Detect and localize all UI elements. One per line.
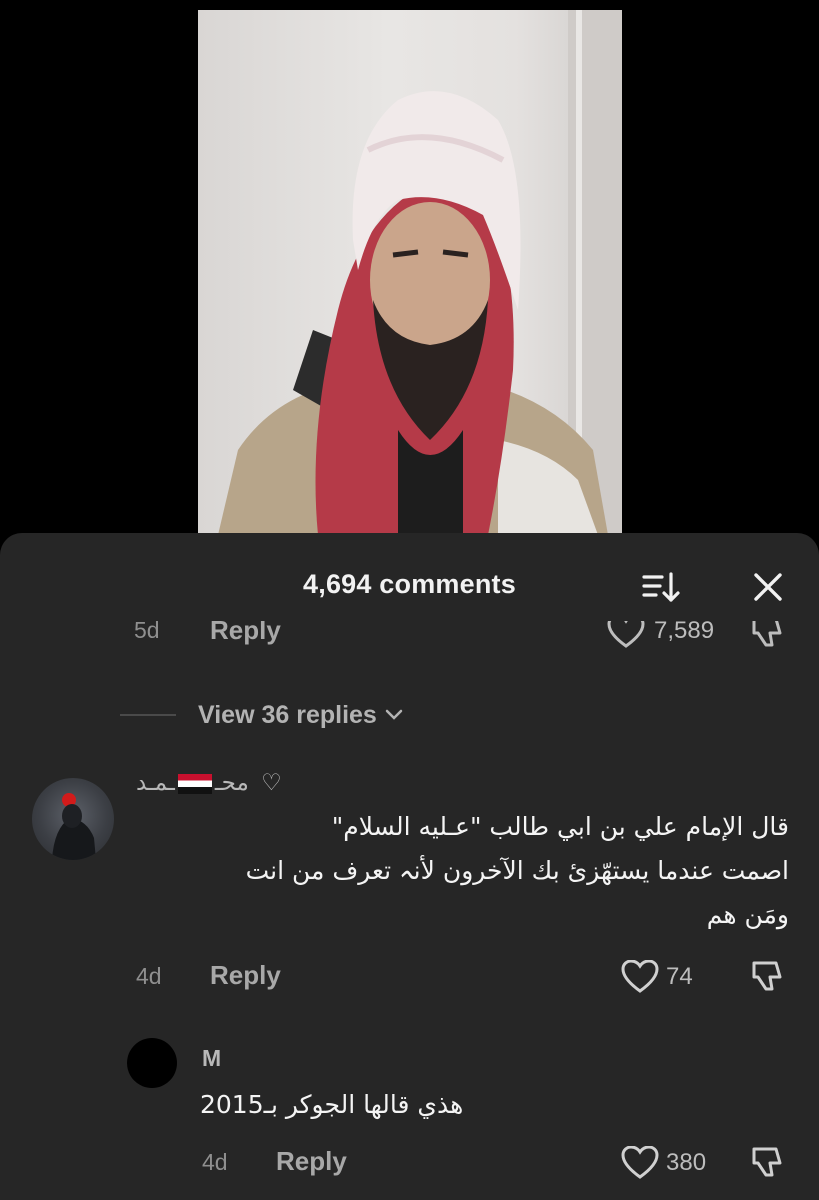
comment-age: 4d xyxy=(202,1149,228,1175)
comment-line: قال الإمام علي بن ابي طالب "عـليه السلام… xyxy=(331,812,789,841)
like-count: 7,589 xyxy=(654,621,715,644)
chevron-down-icon xyxy=(385,709,403,720)
comments-count-title: 4,694 comments xyxy=(303,569,516,599)
like-count: 380 xyxy=(666,1149,707,1176)
comment-line: ومَن هم xyxy=(706,900,789,929)
view-replies-label: View 36 replies xyxy=(198,700,377,729)
dislike-icon[interactable] xyxy=(748,1145,788,1181)
comments-sheet: 4,694 comments 5d Reply 7,589 View 36 re… xyxy=(0,533,819,1200)
sort-button[interactable] xyxy=(640,569,680,605)
iraq-flag-icon xyxy=(177,773,212,794)
avatar[interactable] xyxy=(32,778,114,860)
comment-text: هذي قالها الجوكر بـ2015 xyxy=(200,1090,464,1119)
video-frame xyxy=(198,10,622,535)
partial-comment-footer: 5d Reply 7,589 xyxy=(0,621,819,657)
comment-age: 5d xyxy=(134,621,160,643)
heart-icon[interactable] xyxy=(620,1146,660,1180)
close-button[interactable] xyxy=(748,567,788,607)
comment-username[interactable]: M xyxy=(202,1045,221,1072)
heart-outline-icon: ♡ xyxy=(261,770,282,796)
video-thumbnail-illustration xyxy=(218,10,622,535)
comment-text: قال الإمام علي بن ابي طالب "عـليه السلام… xyxy=(129,805,789,937)
comment-line: اصمت عندما يستهّزئ بك الآخرون لأنہ تعرف … xyxy=(245,856,789,885)
dislike-icon[interactable] xyxy=(748,621,788,651)
heart-icon[interactable] xyxy=(606,621,646,649)
dislike-icon[interactable] xyxy=(748,959,788,995)
view-replies-button[interactable]: View 36 replies xyxy=(120,698,403,732)
comment-age: 4d xyxy=(136,963,162,989)
reply-button[interactable]: Reply xyxy=(276,1146,347,1177)
video-player[interactable] xyxy=(0,0,819,560)
heart-icon[interactable] xyxy=(620,960,660,994)
divider-line xyxy=(120,714,176,716)
like-count: 74 xyxy=(666,963,693,990)
comment-username[interactable]: ♡ محـ ـمـد xyxy=(136,769,282,796)
username-part-1: محـ xyxy=(214,770,249,796)
avatar-image xyxy=(52,793,96,860)
sort-icon xyxy=(642,572,680,602)
reply-button[interactable]: Reply xyxy=(210,621,281,646)
close-icon xyxy=(754,573,782,601)
reply-button[interactable]: Reply xyxy=(210,960,281,991)
username-part-2: ـمـد xyxy=(136,770,175,796)
avatar[interactable] xyxy=(127,1038,177,1088)
